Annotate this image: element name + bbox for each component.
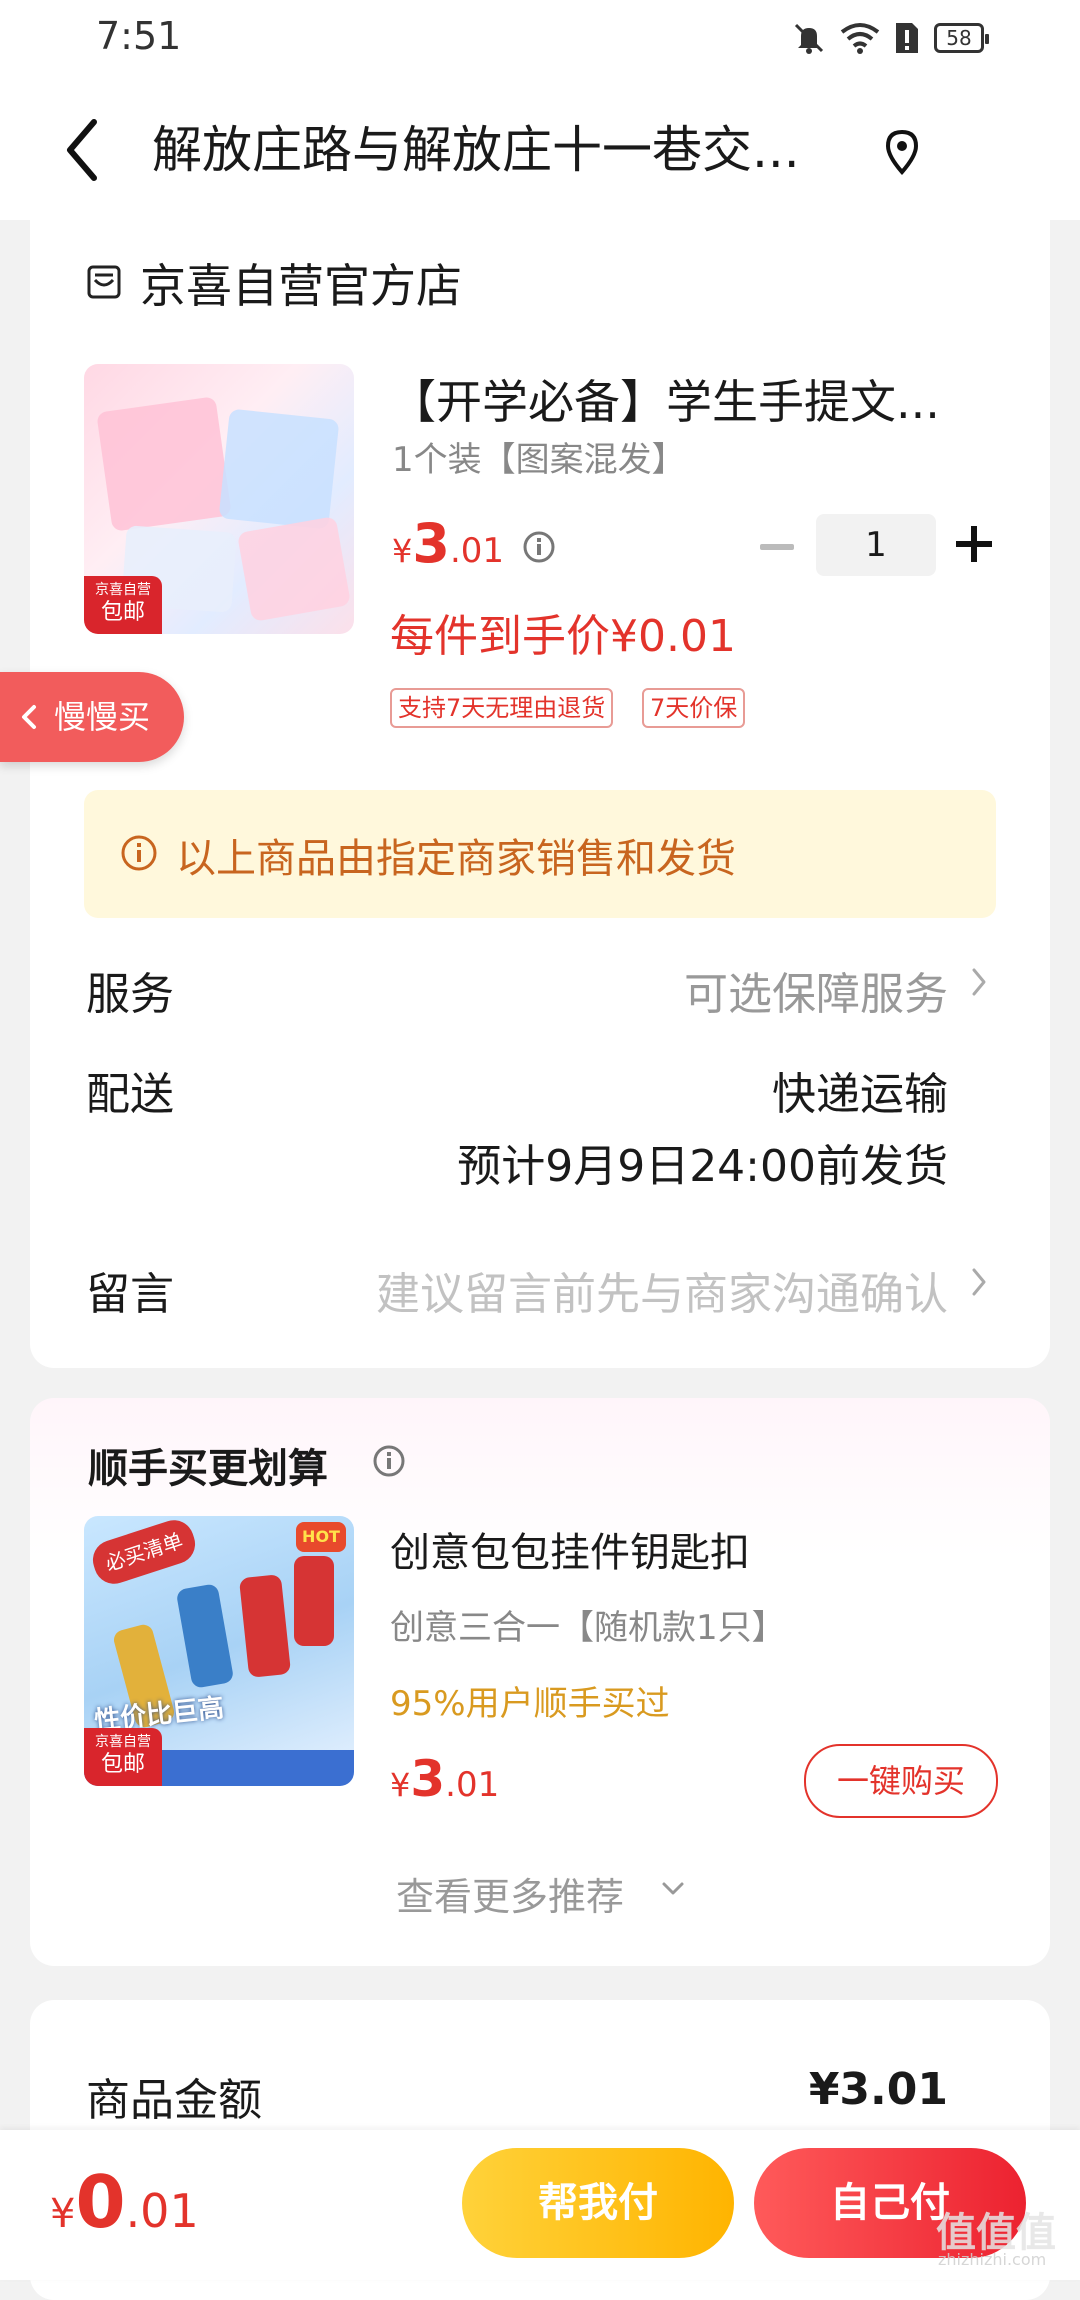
mute-bell-icon	[794, 23, 824, 54]
price-decimal: .01	[449, 531, 505, 571]
final-unit-price: 每件到手价¥0.01	[390, 611, 736, 662]
recommend-item-price: ¥3.01	[390, 1750, 499, 1808]
slow-buy-label: 慢慢买	[54, 698, 151, 736]
message-input[interactable]: 建议留言前先与商家沟通确认	[376, 1258, 948, 1322]
location-pin-icon[interactable]	[880, 128, 924, 176]
recommend-item-spec: 创意三合一【随机款1只】	[390, 1608, 786, 1648]
product-image-bag	[218, 408, 340, 530]
delivery-label: 配送	[86, 1069, 174, 1120]
status-time: 7:51	[96, 14, 182, 58]
delivery-estimate: 预计9月9日24:00前发货	[457, 1141, 948, 1192]
service-label: 服务	[86, 969, 174, 1020]
recommend-title: 顺手买更划算	[88, 1446, 328, 1492]
product-image[interactable]: 京喜自营 包邮	[84, 364, 354, 634]
one-click-buy-button[interactable]: 一键购买	[804, 1744, 998, 1818]
total-price: ¥0.01	[50, 2160, 199, 2244]
badge-line1: 京喜自营	[95, 582, 151, 598]
battery-level: 58	[946, 26, 972, 50]
wifi-icon	[840, 23, 880, 54]
badge-line1: 京喜自营	[95, 1734, 151, 1750]
watermark-sub: zhizhizhi.com	[938, 2250, 1047, 2269]
merchant-notice: 以上商品由指定商家销售和发货	[84, 790, 996, 918]
must-buy-stamp: 必买清单	[87, 1516, 201, 1589]
price-symbol: ¥	[390, 1766, 411, 1804]
status-bar: 7:51 58	[0, 0, 1080, 80]
site-watermark: 值值值 zhizhizhi.com	[936, 2200, 1074, 2274]
sim-alert-icon	[896, 23, 918, 53]
product-spec: 1个装【图案混发】	[392, 440, 686, 480]
keychain-can	[175, 1583, 235, 1689]
keychain-can	[238, 1574, 292, 1678]
battery-icon: 58	[934, 23, 989, 53]
see-more-recommendations[interactable]: 查看更多推荐	[396, 1866, 624, 1921]
recommend-item-social-proof: 95%用户顺手买过	[390, 1684, 670, 1724]
self-operated-badge: 京喜自营 包邮	[84, 576, 162, 634]
keychain-can	[294, 1556, 334, 1646]
chevron-down-icon[interactable]	[660, 1880, 686, 1898]
delivery-method: 快递运输	[772, 1069, 948, 1120]
quantity-field[interactable]: 1	[816, 514, 936, 576]
help-me-pay-button[interactable]: 帮我付	[462, 2148, 734, 2258]
service-value[interactable]: 可选保障服务	[684, 958, 948, 1022]
slow-buy-button[interactable]: 慢慢买	[0, 672, 184, 762]
total-symbol: ¥	[50, 2191, 76, 2237]
price-info-icon[interactable]	[522, 530, 556, 564]
store-icon	[87, 265, 121, 299]
return-policy-tag: 支持7天无理由退货	[390, 688, 614, 728]
total-decimal: .01	[125, 2184, 199, 2238]
product-image-bag	[236, 516, 352, 622]
goods-amount-value: ¥3.01	[808, 2064, 948, 2115]
store-name[interactable]: 京喜自营官方店	[140, 250, 462, 316]
info-circle-icon[interactable]	[372, 1444, 406, 1478]
total-integer: 0	[75, 2160, 126, 2244]
price-integer: 3	[412, 512, 450, 575]
notice-text: 以上商品由指定商家销售和发货	[176, 836, 736, 882]
quantity-plus-button[interactable]	[956, 526, 992, 562]
recommend-item-image[interactable]: 必买清单 HOT 性价比巨高 京喜自营 包邮	[84, 1516, 354, 1786]
header: 解放庄路与解放庄十一巷交...	[0, 80, 1080, 220]
address-title[interactable]: 解放庄路与解放庄十一巷交...	[152, 110, 862, 190]
chevron-right-icon[interactable]	[968, 1262, 990, 1302]
quantity-minus-button[interactable]	[760, 544, 794, 550]
goods-amount-label: 商品金额	[86, 2075, 262, 2126]
product-image-bag	[96, 396, 232, 532]
price-decimal: .01	[445, 1765, 500, 1805]
badge-line2: 包邮	[100, 600, 145, 625]
product-price: ¥3.01	[392, 512, 504, 575]
self-operated-badge: 京喜自营 包邮	[84, 1728, 162, 1786]
info-circle-icon	[121, 835, 157, 871]
price-protection-tag: 7天价保	[642, 688, 746, 728]
price-symbol: ¥	[392, 532, 413, 570]
recommend-item-name[interactable]: 创意包包挂件钥匙扣	[390, 1520, 750, 1578]
back-arrow-icon[interactable]	[56, 110, 116, 190]
hot-badge: HOT	[296, 1522, 346, 1552]
status-icons: 58	[792, 18, 989, 58]
badge-line2: 包邮	[100, 1752, 145, 1777]
message-label: 留言	[86, 1269, 174, 1320]
product-title[interactable]: 【开学必备】学生手提文...	[390, 366, 980, 432]
chevron-left-icon	[22, 705, 36, 729]
price-integer: 3	[410, 1750, 446, 1808]
chevron-right-icon[interactable]	[968, 962, 990, 1002]
